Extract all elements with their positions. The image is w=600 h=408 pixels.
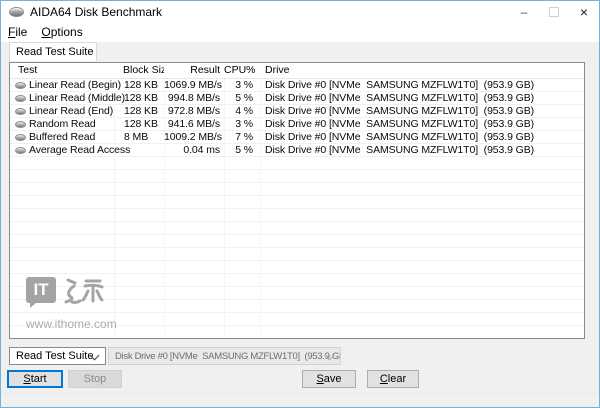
- watermark-url: www.ithome.com: [26, 317, 117, 331]
- disk-icon: [15, 134, 26, 141]
- titlebar: AIDA64 Disk Benchmark – ×: [1, 1, 599, 23]
- table-row[interactable]: Random Read 128 KB 941.6 MB/s 3 % Disk D…: [10, 118, 584, 131]
- table-row[interactable]: Linear Read (Middle) 128 KB 994.8 MB/s 5…: [10, 92, 584, 105]
- result: 1009.2 MB/s: [164, 131, 222, 143]
- disk-icon: [15, 108, 26, 115]
- block-size: 128 KB: [124, 105, 158, 117]
- cpu-usage: 5 %: [235, 144, 253, 156]
- stop-button: Stop: [68, 370, 122, 388]
- block-size: 8 MB: [124, 131, 149, 143]
- save-button[interactable]: Save: [302, 370, 356, 388]
- start-button[interactable]: Start: [7, 370, 63, 388]
- table-header: Test Block Size Result CPU% Drive: [10, 63, 584, 79]
- column-header-test[interactable]: Test: [10, 63, 114, 78]
- maximize-icon: [549, 7, 559, 17]
- client-area: Read Test Suite Test Block Size Result C…: [1, 42, 599, 407]
- table-row[interactable]: Buffered Read 8 MB 1009.2 MB/s 7 % Disk …: [10, 131, 584, 144]
- cpu-usage: 3 %: [235, 118, 253, 130]
- table-row[interactable]: Linear Read (Begin) 128 KB 1069.9 MB/s 3…: [10, 79, 584, 92]
- disk-icon: [9, 7, 24, 17]
- drive: Disk Drive #0 [NVMe SAMSUNG MZFLW1T0] (9…: [265, 105, 535, 117]
- cpu-usage: 5 %: [235, 92, 253, 104]
- maximize-button[interactable]: [539, 1, 569, 23]
- test-suite-select[interactable]: Read Test Suite: [9, 347, 106, 365]
- drive-select-disabled: Disk Drive #0 [NVMe SAMSUNG MZFLW1T0] (9…: [108, 347, 341, 365]
- table-body: Linear Read (Begin) 128 KB 1069.9 MB/s 3…: [10, 79, 584, 338]
- result: 941.6 MB/s: [167, 118, 220, 130]
- result: 1069.9 MB/s: [164, 79, 222, 91]
- table-row[interactable]: Average Read Access 0.04 ms 5 % Disk Dri…: [10, 144, 584, 157]
- test-name: Buffered Read: [29, 131, 96, 143]
- test-name: Linear Read (Middle): [29, 92, 126, 104]
- column-header-block-size[interactable]: Block Size: [114, 63, 164, 78]
- menu-options[interactable]: Options: [34, 23, 89, 42]
- block-size: 128 KB: [124, 79, 158, 91]
- result: 0.04 ms: [183, 144, 220, 156]
- cpu-usage: 4 %: [235, 105, 253, 117]
- column-header-drive[interactable]: Drive: [260, 63, 584, 78]
- clear-button[interactable]: Clear: [367, 370, 419, 388]
- disk-icon: [15, 147, 26, 154]
- drive: Disk Drive #0 [NVMe SAMSUNG MZFLW1T0] (9…: [265, 92, 535, 104]
- test-name: Linear Read (Begin): [29, 79, 122, 91]
- caption-buttons: – ×: [509, 1, 599, 23]
- results-table: Test Block Size Result CPU% Drive Linear…: [9, 62, 585, 339]
- tab-read-test-suite[interactable]: Read Test Suite: [9, 42, 97, 61]
- footer-divider: [1, 393, 599, 394]
- table-row[interactable]: Linear Read (End) 128 KB 972.8 MB/s 4 % …: [10, 105, 584, 118]
- app-window: AIDA64 Disk Benchmark – × File Options R…: [0, 0, 600, 408]
- column-header-cpu[interactable]: CPU%: [224, 63, 260, 78]
- menubar: File Options: [1, 23, 599, 42]
- block-size: [114, 144, 164, 157]
- disk-icon: [15, 82, 26, 89]
- drive-select-value: Disk Drive #0 [NVMe SAMSUNG MZFLW1T0] (9…: [115, 350, 341, 362]
- disk-icon: [15, 121, 26, 128]
- minimize-button[interactable]: –: [509, 1, 539, 23]
- ithome-logo-icon: IT: [26, 277, 56, 308]
- block-size: 128 KB: [124, 118, 158, 130]
- cpu-usage: 3 %: [235, 79, 253, 91]
- drive: Disk Drive #0 [NVMe SAMSUNG MZFLW1T0] (9…: [265, 144, 535, 156]
- menu-file[interactable]: File: [1, 23, 34, 42]
- test-suite-value: Read Test Suite: [16, 350, 94, 362]
- result: 972.8 MB/s: [167, 105, 220, 117]
- test-name: Random Read: [29, 118, 96, 130]
- cpu-usage: 7 %: [235, 131, 253, 143]
- block-size: 128 KB: [124, 92, 158, 104]
- disk-icon: [15, 95, 26, 102]
- window-title: AIDA64 Disk Benchmark: [30, 5, 163, 19]
- result: 994.8 MB/s: [167, 92, 220, 104]
- ithome-cn-glyphs-icon: 之家: [62, 277, 104, 310]
- test-name: Linear Read (End): [29, 105, 114, 117]
- column-header-result[interactable]: Result: [164, 63, 224, 78]
- drive: Disk Drive #0 [NVMe SAMSUNG MZFLW1T0] (9…: [265, 131, 535, 143]
- drive: Disk Drive #0 [NVMe SAMSUNG MZFLW1T0] (9…: [265, 79, 535, 91]
- drive: Disk Drive #0 [NVMe SAMSUNG MZFLW1T0] (9…: [265, 118, 535, 130]
- watermark: IT 之家: [26, 277, 117, 331]
- close-button[interactable]: ×: [569, 1, 599, 23]
